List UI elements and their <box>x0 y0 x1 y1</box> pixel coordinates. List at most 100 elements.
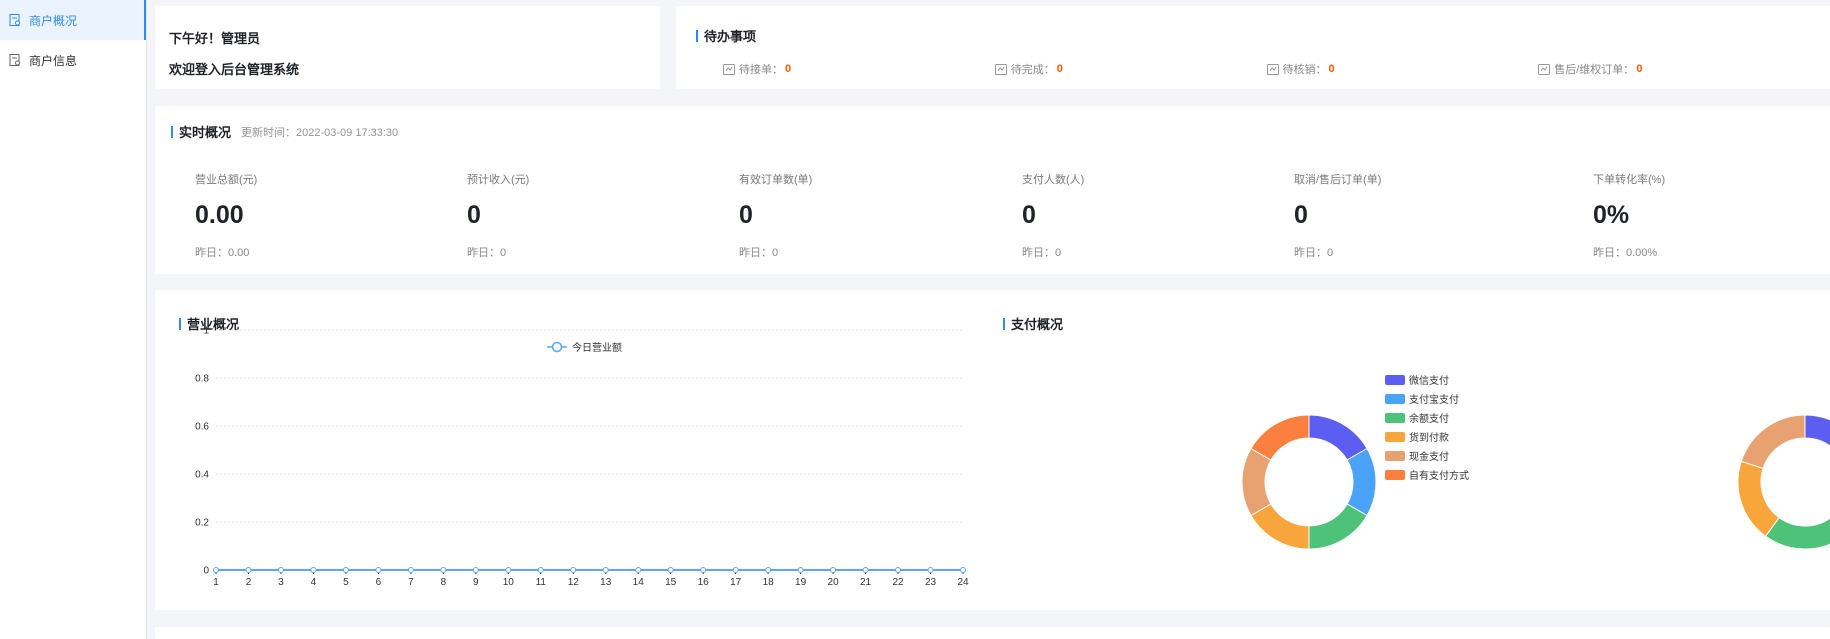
legend-swatch <box>1385 451 1405 461</box>
stat-value: 0% <box>1593 201 1630 229</box>
data-point <box>960 567 966 573</box>
order-icon <box>1538 63 1551 75</box>
donut-slice <box>1740 414 1806 470</box>
legend-label: 自有支付方式 <box>1409 469 1469 482</box>
todo-item-pending-accept[interactable]: 待接单： 0 <box>723 61 995 77</box>
todo-count: 0 <box>1328 63 1335 75</box>
stat-value: 0 <box>467 201 481 229</box>
sidebar-item-merchant-overview[interactable]: 商户概况 <box>0 0 146 40</box>
todo-title-text: 待办事项 <box>704 29 757 44</box>
legend-swatch <box>1385 432 1405 442</box>
todo-card: 待办事项 待接单： 0 待完成： 0 待核销： 0 售后/维权订单： 0 <box>676 6 1830 89</box>
todo-item-pending-verify[interactable]: 待核销： 0 <box>1266 61 1539 77</box>
data-point <box>407 567 414 573</box>
data-point <box>342 567 349 573</box>
next-card-edge <box>155 627 1830 639</box>
x-tick-label: 24 <box>957 577 969 588</box>
legend-label: 支付宝支付 <box>1409 393 1459 406</box>
stat-yesterday: 昨日：0 <box>739 247 779 259</box>
data-point <box>765 567 772 573</box>
donut-slice <box>1250 414 1310 461</box>
title-accent-bar <box>696 29 698 42</box>
title-accent-bar <box>171 125 173 138</box>
y-tick-label: 0.4 <box>195 470 209 481</box>
data-point <box>862 567 869 573</box>
stat-yesterday: 昨日：0 <box>1022 247 1062 259</box>
todo-count: 0 <box>785 63 792 75</box>
todo-item-after-sales[interactable]: 售后/维权订单： 0 <box>1538 61 1810 77</box>
x-tick-label: 4 <box>311 577 317 588</box>
x-tick-label: 8 <box>441 577 447 588</box>
sidebar: 商户概况 商户信息 <box>0 0 147 639</box>
stat-value: 0 <box>1294 201 1308 229</box>
x-tick-label: 21 <box>860 577 872 588</box>
stat-cancelled-orders: 取消/售后订单(单) 0 昨日：0 <box>1294 171 1381 260</box>
todo-count: 0 <box>1636 63 1643 75</box>
x-tick-label: 10 <box>503 577 515 588</box>
x-tick-label: 18 <box>763 577 775 588</box>
stat-label: 有效订单数(单) <box>739 174 813 186</box>
greeting-line: 下午好！管理员 <box>169 31 261 46</box>
y-tick-label: 0.2 <box>195 518 209 529</box>
order-type-donut-chart: 外卖堂食快餐当面付其他 <box>1737 414 1830 550</box>
data-point <box>472 567 479 573</box>
legend-label: 余额支付 <box>1409 412 1449 425</box>
stat-label: 下单转化率(%) <box>1593 174 1666 186</box>
update-time: 更新时间：2022-03-09 17:33:30 <box>241 126 399 139</box>
x-tick-label: 12 <box>568 577 580 588</box>
data-point <box>667 567 674 573</box>
donut-slice <box>1804 414 1830 447</box>
todo-title: 待办事项 <box>696 26 1810 45</box>
donut-slice <box>1308 503 1368 550</box>
data-point <box>375 567 382 573</box>
sidebar-item-merchant-info[interactable]: 商户信息 <box>0 40 146 80</box>
stat-yesterday: 昨日：0.00% <box>1593 247 1658 259</box>
data-point <box>927 567 934 573</box>
legend-swatch <box>1385 375 1405 385</box>
x-tick-label: 7 <box>408 577 414 588</box>
data-point <box>797 567 804 573</box>
sidebar-item-label: 商户概况 <box>29 13 78 28</box>
legend-marker <box>551 341 563 353</box>
data-point <box>213 567 219 573</box>
realtime-title: 实时概况 更新时间：2022-03-09 17:33:30 <box>171 122 1814 141</box>
realtime-title-text: 实时概况 <box>179 125 232 140</box>
todo-label: 待接单： <box>739 64 783 76</box>
data-point <box>245 567 252 573</box>
data-point <box>732 567 739 573</box>
x-tick-label: 2 <box>246 577 252 588</box>
payment-method-donut-chart: 微信支付支付宝支付余额支付货到付款现金支付自有支付方式 <box>1241 374 1469 550</box>
payment-title-text: 支付概况 <box>1011 317 1064 332</box>
x-tick-label: 11 <box>536 577 547 588</box>
document-icon <box>9 54 21 66</box>
stat-total-revenue: 营业总额(元) 0.00 昨日：0.00 <box>195 171 257 260</box>
stat-conversion-rate: 下单转化率(%) 0% 昨日：0.00% <box>1593 171 1665 260</box>
legend-label: 现金支付 <box>1409 450 1449 463</box>
stat-value: 0 <box>1022 201 1036 229</box>
x-tick-label: 19 <box>795 577 807 588</box>
order-icon <box>994 63 1007 75</box>
stat-label: 营业总额(元) <box>195 174 258 186</box>
welcome-line: 欢迎登入后台管理系统 <box>169 62 300 77</box>
stat-expected-income: 预计收入(元) 0 昨日：0 <box>467 171 529 260</box>
sidebar-item-label: 商户信息 <box>29 53 78 68</box>
todo-item-pending-complete[interactable]: 待完成： 0 <box>994 61 1267 77</box>
y-tick-label: 0 <box>203 566 209 577</box>
line-legend: 今日营业额 <box>547 341 622 354</box>
order-icon <box>723 63 735 75</box>
data-point <box>505 567 512 573</box>
legend-label: 微信支付 <box>1409 374 1449 387</box>
x-tick-label: 16 <box>698 577 710 588</box>
legend-label: 今日营业额 <box>572 341 622 354</box>
y-tick-label: 0.8 <box>195 374 209 385</box>
document-icon <box>9 14 21 26</box>
y-tick-label: 0.6 <box>195 422 209 433</box>
stat-value: 0 <box>739 201 753 229</box>
x-tick-label: 3 <box>278 577 284 588</box>
charts-card: 营业概况 支付概况 今日营业额 0 0.2 0.4 0.6 0.8 1 1 2 3 4 5 6 7 8 9 10… <box>155 290 1830 610</box>
stat-yesterday: 昨日：0.00 <box>195 247 250 259</box>
x-tick-label: 6 <box>376 577 382 588</box>
todo-label: 待核销： <box>1282 64 1327 76</box>
payment-title: 支付概况 <box>1003 314 1063 333</box>
stat-label: 支付人数(人) <box>1022 174 1085 186</box>
